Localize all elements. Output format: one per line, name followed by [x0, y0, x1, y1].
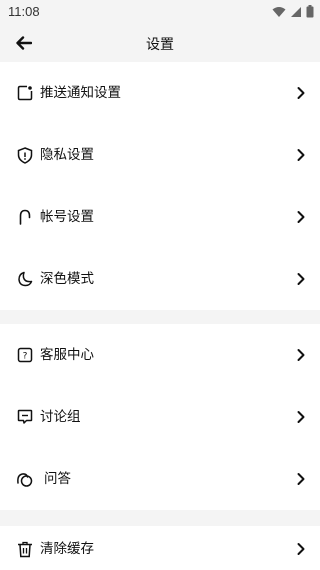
account-icon [16, 208, 34, 226]
settings-item-clear-cache[interactable]: 清除缓存 [0, 526, 320, 570]
settings-item-label: 讨论组 [40, 409, 81, 425]
signal-icon [290, 6, 302, 18]
settings-item-label: 客服中心 [40, 347, 94, 363]
status-bar: 11:08 [0, 0, 320, 24]
settings-group-storage: 清除缓存 [0, 526, 320, 570]
chevron-right-icon [296, 471, 306, 487]
qa-icon [16, 470, 34, 488]
settings-group-support: ? 客服中心 讨论组 问答 [0, 324, 320, 510]
settings-item-privacy[interactable]: 隐私设置 [0, 124, 320, 186]
settings-item-label: 问答 [44, 471, 71, 487]
chevron-right-icon [296, 147, 306, 163]
chevron-right-icon [296, 85, 306, 101]
settings-group-general: 推送通知设置 隐私设置 帐号设置 深色模式 [0, 62, 320, 310]
chevron-right-icon [296, 409, 306, 425]
wifi-icon [272, 6, 286, 18]
chevron-right-icon [296, 541, 306, 557]
header: 设置 [0, 24, 320, 62]
settings-item-qa[interactable]: 问答 [0, 448, 320, 510]
settings-item-push-notifications[interactable]: 推送通知设置 [0, 62, 320, 124]
svg-text:?: ? [23, 352, 28, 362]
help-icon: ? [16, 346, 34, 364]
chevron-right-icon [296, 271, 306, 287]
chevron-right-icon [296, 209, 306, 225]
chevron-right-icon [296, 347, 306, 363]
battery-icon [306, 5, 314, 18]
shield-icon [16, 146, 34, 164]
settings-item-label: 清除缓存 [40, 541, 94, 557]
settings-item-discussion-group[interactable]: 讨论组 [0, 386, 320, 448]
settings-item-label: 隐私设置 [40, 147, 94, 163]
chat-icon [16, 408, 34, 426]
settings-item-customer-service[interactable]: ? 客服中心 [0, 324, 320, 386]
settings-item-dark-mode[interactable]: 深色模式 [0, 248, 320, 310]
settings-item-label: 推送通知设置 [40, 85, 121, 101]
page-title: 设置 [146, 37, 174, 53]
settings-item-label: 深色模式 [40, 271, 94, 287]
status-icons [272, 5, 314, 18]
moon-icon [16, 270, 34, 288]
trash-icon [16, 540, 34, 558]
settings-item-label: 帐号设置 [40, 209, 94, 225]
notification-icon [16, 84, 34, 102]
status-time: 11:08 [8, 4, 40, 19]
settings-item-account[interactable]: 帐号设置 [0, 186, 320, 248]
